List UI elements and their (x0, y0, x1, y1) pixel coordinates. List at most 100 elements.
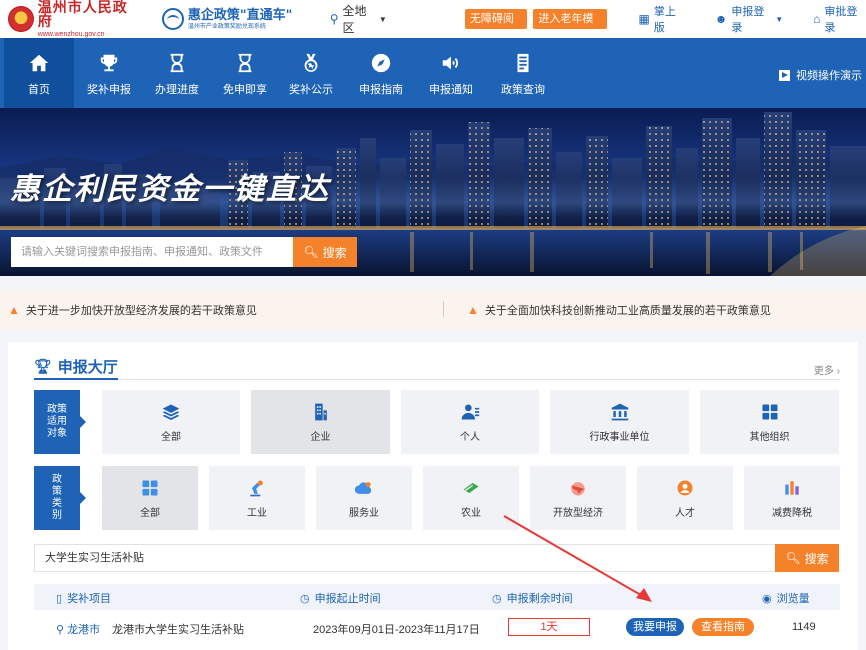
view-guide-button[interactable]: 查看指南 (692, 618, 754, 636)
notice-item[interactable]: ▲ 关于全面加快科技创新推动工业高质量发展的若干政策意见 (467, 302, 771, 318)
col-period-label: 申报起止时间 (314, 593, 381, 605)
row-period: 2023年09月01日-2023年11月17日 (313, 624, 480, 636)
hero-banner: 惠企利民资金一键直达 请输入关键词搜索申报指南、申报通知、政策文件 🔍︎ 搜索 (0, 108, 866, 276)
target-tile-individual[interactable]: 个人 (401, 390, 539, 454)
more-link[interactable]: 更多 › (814, 362, 840, 377)
qr-code-icon: ▦ (638, 12, 650, 26)
apply-login-dropdown[interactable]: ☻ 申报登录 ▼ (715, 3, 783, 35)
hall-title-underline (34, 378, 840, 380)
hourglass-icon (232, 50, 258, 76)
target-tile-other[interactable]: 其他组织 (700, 390, 839, 454)
plane-icon (567, 477, 589, 499)
banner-search-button[interactable]: 🔍︎ 搜索 (293, 237, 357, 267)
application-hall: 🏆︎ 申报大厅 更多 › 政策适用对象 全部 企业 个人 行政事业单位 其他组织… (8, 342, 858, 650)
nav-label: 政策查询 (501, 83, 545, 96)
row-project-name[interactable]: 龙港市大学生实习生活补贴 (112, 621, 244, 637)
nav-label: 奖补公示 (289, 83, 333, 96)
policy-target-label-text: 政策适用对象 (47, 404, 67, 439)
person-icon (459, 401, 481, 423)
category-tile-all[interactable]: 全部 (102, 466, 198, 530)
notice-text: 关于进一步加快开放型经济发展的若干政策意见 (25, 305, 257, 317)
nav-apply-guide[interactable]: 申报指南 (346, 38, 416, 108)
category-tile-agriculture[interactable]: 农业 (423, 466, 519, 530)
robot-arm-icon (246, 477, 268, 499)
row-region[interactable]: ⚲ 龙港市 (56, 621, 100, 637)
leaf-icon (460, 477, 482, 499)
row-remaining-badge: 1天 (508, 618, 590, 636)
nav-award-apply[interactable]: 奖补申报 (74, 38, 144, 108)
top-bar: 温州市人民政府 www.wenzhou.gov.cn 惠企政策"直通车" 温州市… (0, 0, 866, 45)
apply-button[interactable]: 我要申报 (626, 618, 684, 636)
more-link-label: 更多 (813, 366, 834, 377)
brand-name: 惠企政策"直通车" (187, 7, 293, 23)
tile-label: 开放型经济 (553, 508, 603, 519)
category-tile-talent[interactable]: 人才 (637, 466, 733, 530)
col-remaining-label: 申报剩余时间 (506, 593, 573, 605)
gov-url: www.wenzhou.gov.cn (37, 30, 105, 38)
nav-progress[interactable]: 办理进度 (142, 38, 212, 108)
layers-icon (160, 401, 182, 423)
notice-divider (443, 301, 444, 317)
col-remaining: ◷ 申报剩余时间 (492, 590, 573, 606)
col-views: ◉ 浏览量 (762, 590, 810, 606)
location-pin-icon: ⚲ (56, 624, 65, 636)
user-icon: ☻ (714, 12, 728, 26)
building-icon (310, 401, 332, 423)
nav-label: 免申即享 (223, 83, 267, 96)
category-tile-open-economy[interactable]: 开放型经济 (530, 466, 626, 530)
tile-label: 行政事业单位 (589, 432, 650, 443)
trophy-icon: 🏆︎ (34, 358, 52, 374)
mobile-version-label: 掌上版 (653, 6, 676, 34)
institution-icon (609, 401, 631, 423)
tile-label: 农业 (461, 508, 481, 519)
review-login-link[interactable]: ⌂ 审批登录 (813, 3, 866, 35)
tile-label: 全部 (161, 432, 181, 443)
nav-award-public[interactable]: 奖补公示 (276, 38, 346, 108)
target-tile-all[interactable]: 全部 (102, 390, 240, 454)
caret-down-icon: ▼ (775, 14, 784, 24)
category-tile-service[interactable]: 服务业 (316, 466, 412, 530)
nav-policy-query[interactable]: 政策查询 (488, 38, 558, 108)
accessible-reading-button[interactable]: 无障碍阅读 (464, 9, 528, 45)
video-demo-link[interactable]: 视频操作演示 (779, 67, 862, 83)
cloud-icon (353, 477, 375, 499)
gov-logo[interactable]: 温州市人民政府 www.wenzhou.gov.cn (8, 1, 142, 38)
category-tile-industry[interactable]: 工业 (209, 466, 305, 530)
policy-category-label: 政策类别 (34, 466, 86, 530)
play-icon (779, 69, 790, 81)
region-selector[interactable]: ⚲ 全地区 ▼ (330, 2, 387, 36)
category-tile-tax-reduction[interactable]: 减费降税 (744, 466, 840, 530)
elder-mode-button[interactable]: 进入老年模式 (533, 9, 607, 45)
home-icon (26, 50, 52, 76)
nav-label: 办理进度 (155, 83, 199, 96)
nav-label: 申报指南 (359, 83, 403, 96)
hourglass-icon (164, 50, 190, 76)
region-label: 全地区 (342, 4, 367, 35)
mobile-version-link[interactable]: ▦ 掌上版 (639, 3, 685, 35)
talent-icon (674, 477, 696, 499)
tile-label: 个人 (460, 432, 480, 443)
bookmark-icon: ▯ (56, 592, 63, 605)
eye-icon: ◉ (762, 592, 772, 605)
grid-icon (139, 477, 161, 499)
clock-icon: ◷ (300, 592, 310, 605)
nav-home[interactable]: 首页 (4, 38, 74, 108)
target-tile-institution[interactable]: 行政事业单位 (550, 390, 689, 454)
flame-icon: ▲ (467, 303, 479, 317)
brand-mark-icon (161, 8, 184, 30)
hall-title-text: 申报大厅 (57, 359, 118, 376)
target-tile-enterprise[interactable]: 企业 (251, 390, 390, 454)
col-period: ◷ 申报起止时间 (300, 590, 381, 606)
col-project: ▯ 奖补项目 (56, 590, 111, 606)
speaker-icon (438, 50, 464, 76)
banner-search-input[interactable]: 请输入关键词搜索申报指南、申报通知、政策文件 (11, 237, 293, 267)
nav-apply-notice[interactable]: 申报通知 (416, 38, 486, 108)
project-search-button[interactable]: 🔍︎ 搜索 (775, 544, 839, 572)
row-region-label: 龙港市 (67, 624, 101, 636)
project-search-input[interactable]: 大学生实习生活补贴 (34, 544, 776, 572)
nav-label: 奖补申报 (87, 83, 131, 96)
nav-exempt-apply[interactable]: 免申即享 (210, 38, 280, 108)
notice-item[interactable]: ▲ 关于进一步加快开放型经济发展的若干政策意见 (8, 302, 257, 318)
tile-label: 服务业 (349, 508, 379, 519)
brand-logo[interactable]: 惠企政策"直通车" 温州市产业政策奖励兑现系统 (161, 7, 296, 30)
